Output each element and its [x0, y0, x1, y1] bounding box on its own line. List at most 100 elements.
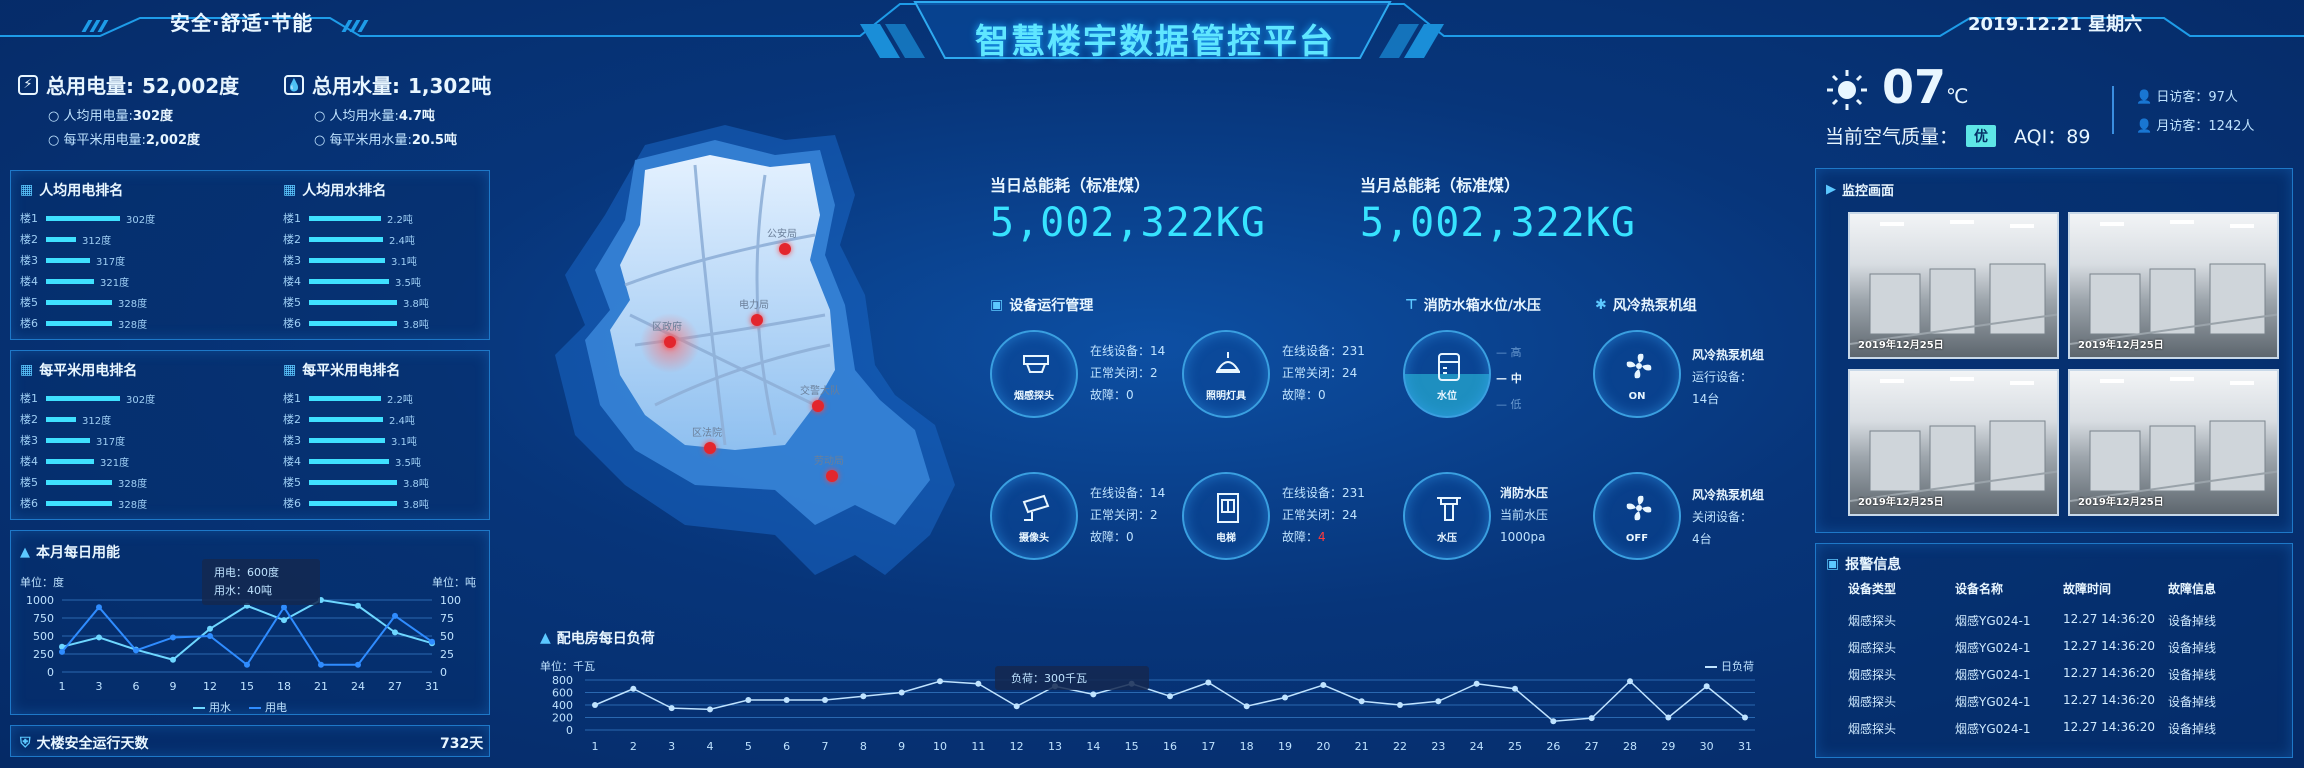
device-cctv-camera[interactable]: 摄像头: [990, 472, 1078, 560]
alarm-header-cell: 故障时间: [2063, 582, 2112, 596]
y-tick-label: 250: [33, 648, 54, 661]
alarm-cell[interactable]: 烟感YG024-1: [1955, 693, 2031, 710]
x-tick-label: 1: [59, 680, 66, 693]
data-point: [860, 693, 867, 700]
rank-value: 328度: [118, 319, 148, 331]
device-smoke-detector[interactable]: 烟感探头: [990, 330, 1078, 418]
map-pin-icon[interactable]: [751, 314, 763, 326]
map-pin-icon[interactable]: [704, 442, 716, 454]
alarm-cell[interactable]: 烟感YG024-1: [1955, 720, 2031, 737]
valve-icon: [1437, 497, 1461, 521]
camera-feed[interactable]: 2019年12月25日: [1848, 369, 2059, 516]
rank-row: 楼6 3.8吨: [283, 495, 429, 511]
data-point: [96, 604, 102, 611]
rank-title-text: 每平米用电排名: [302, 363, 401, 379]
user-icon: 👤: [2136, 90, 2153, 105]
camera-feed[interactable]: 2019年12月25日: [1848, 212, 2059, 359]
rank-row: 楼5 3.8吨: [283, 294, 429, 310]
district-map[interactable]: [535, 105, 975, 605]
data-point: [707, 706, 713, 713]
water-pressure-gauge[interactable]: 水压: [1403, 472, 1491, 560]
rank-bar: [46, 500, 112, 506]
alarm-title: ▣ 报警信息: [1826, 556, 1902, 573]
alarm-cell: 设备掉线: [2168, 641, 2217, 655]
map-label: 区法院: [692, 428, 722, 439]
data-point: [745, 697, 752, 703]
y-tick-label: 750: [33, 612, 54, 625]
data-point: [975, 680, 982, 687]
monthly-title: ▲ 本月每日用能: [20, 544, 120, 562]
alarm-cell: 12.27 14:36:20: [2063, 639, 2156, 653]
rank-bar: [46, 278, 94, 284]
data-point: [1282, 694, 1288, 701]
data-point: [133, 647, 139, 654]
map-pin-icon[interactable]: [664, 336, 676, 348]
temperature: 07℃: [1882, 60, 1969, 114]
device-online: 在线设备：14: [1090, 344, 1166, 358]
data-point: [898, 689, 905, 696]
rank-value: 302度: [126, 394, 156, 406]
device-online: 在线设备：231: [1282, 486, 1365, 500]
rank-bar: [309, 236, 383, 242]
ranking1-left-title: ▦ 人均用电排名: [20, 180, 123, 200]
monthly-tooltip: 用电：600度 用水：40吨: [202, 559, 320, 605]
rank-value: 317度: [96, 256, 126, 268]
alarm-cell[interactable]: 烟感YG024-1: [1955, 666, 2031, 683]
rank-value: 3.5吨: [395, 457, 421, 469]
camera-feed[interactable]: 2019年12月25日: [2068, 369, 2279, 516]
x-tick-label: 21: [1355, 740, 1369, 753]
rank-value: 328度: [118, 298, 148, 310]
alarm-cell[interactable]: 烟感YG024-1: [1955, 612, 2031, 629]
y-tick-label: 600: [552, 687, 573, 700]
rank-value: 3.1吨: [391, 436, 417, 448]
heatpump-off[interactable]: OFF: [1593, 472, 1681, 560]
heatpump-on[interactable]: ON: [1593, 330, 1681, 418]
hydrant-icon: ⊤: [1405, 297, 1418, 313]
rank-label: 楼4: [20, 455, 38, 468]
data-point: [1090, 691, 1097, 698]
x-tick-label: 27: [1585, 740, 1599, 753]
alarm-cell[interactable]: 烟感YG024-1: [1955, 639, 2031, 656]
data-point: [1588, 715, 1595, 722]
device-closed: 正常关闭：24: [1282, 508, 1358, 522]
daily-visitors: 👤 日访客：97人: [2136, 90, 2238, 105]
monthly-visitors: 👤 月访客：1242人: [2136, 119, 2255, 134]
data-point: [1512, 685, 1518, 692]
load-tooltip: 负荷：300千瓦: [995, 666, 1149, 690]
energy-month-value: 5,002,322KG: [1360, 200, 1636, 246]
map-label: 电力局: [739, 300, 769, 311]
pressure-current: 当前水压: [1500, 508, 1549, 522]
device-elevator[interactable]: 电梯: [1182, 472, 1270, 560]
x-tick-label: 10: [933, 740, 947, 753]
map-pin-icon[interactable]: [812, 400, 824, 412]
heatpump-on-badge: ON: [1628, 391, 1646, 402]
rank-bar: [46, 458, 94, 464]
fan-icon: ✱: [1595, 297, 1607, 313]
legend-water: 用水: [193, 699, 231, 715]
x-tick-label: 31: [425, 680, 439, 693]
level-mid: — 中: [1496, 372, 1522, 385]
device-ceiling-lamp[interactable]: 照明灯具: [1182, 330, 1270, 418]
rank-bar: [309, 500, 397, 506]
rank-row: 楼6 328度: [20, 315, 147, 331]
rank-row: 楼2 312度: [20, 231, 111, 247]
rank-row: 楼4 3.5吨: [283, 273, 421, 289]
rank-label: 楼5: [283, 296, 301, 309]
safety-days: 732天: [440, 736, 484, 752]
x-tick-label: 6: [783, 740, 790, 753]
data-point: [822, 697, 828, 703]
x-tick-label: 9: [170, 680, 177, 693]
water-level-gauge[interactable]: 水位: [1403, 330, 1491, 418]
rank-label: 楼4: [283, 275, 301, 288]
ranking1-right-title: ▦ 人均用水排名: [283, 180, 386, 200]
energy-day-value: 5,002,322KG: [990, 200, 1266, 246]
fault-value: 0: [1126, 530, 1134, 544]
x-tick-label: 20: [1316, 740, 1330, 753]
map-pin-icon[interactable]: [826, 470, 838, 482]
rank-value: 3.1吨: [391, 256, 417, 268]
camera-feed[interactable]: 2019年12月25日: [2068, 212, 2279, 359]
map-pin-icon[interactable]: [779, 243, 791, 255]
data-point: [281, 604, 287, 611]
pressure-label: 水压: [1437, 533, 1457, 544]
electric-per-person: ○ 人均用电量:302度: [48, 109, 174, 124]
